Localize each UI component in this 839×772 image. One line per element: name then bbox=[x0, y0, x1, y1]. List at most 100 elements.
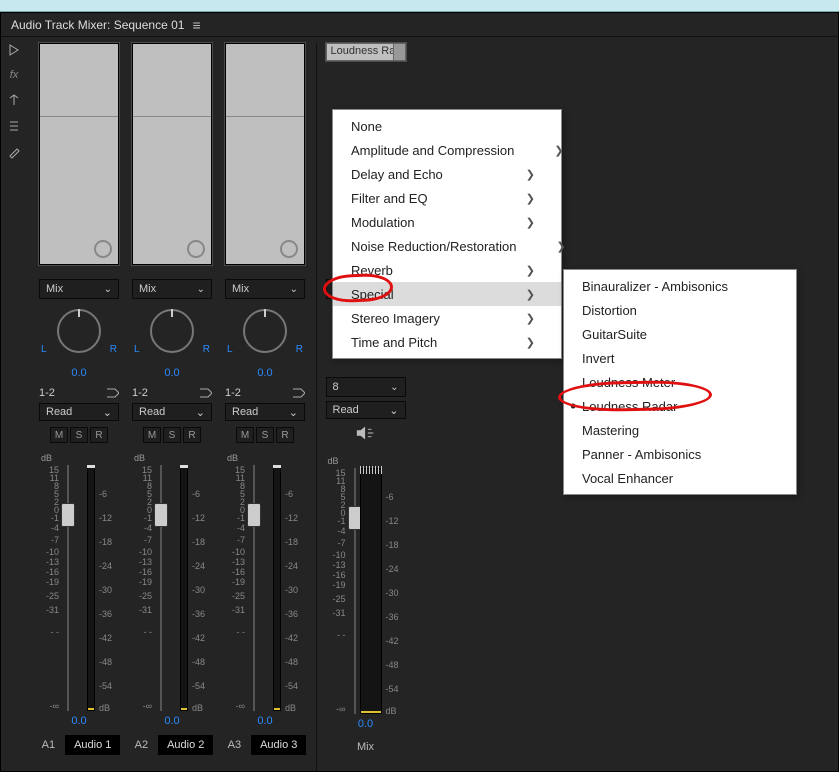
routing-icon[interactable] bbox=[198, 387, 212, 399]
track-strip: Mix ⌄ L R 0.0 1-2 Read ⌄ M S R dB 151185… bbox=[219, 43, 311, 771]
routing-icon[interactable] bbox=[7, 119, 21, 133]
menu-item[interactable]: GuitarSuite bbox=[564, 322, 796, 346]
automation-mode-dropdown[interactable]: Read ⌄ bbox=[39, 403, 119, 421]
effect-slot-dropdown-icon[interactable] bbox=[393, 44, 405, 60]
menu-item[interactable]: Special ❯ bbox=[333, 282, 561, 306]
submenu-arrow-icon: ❯ bbox=[526, 192, 535, 205]
fader-meter: 15118520-1-4-7-10-13-16-19-25-31- --∞ -6… bbox=[39, 465, 119, 711]
level-meter bbox=[273, 465, 281, 711]
solo-button[interactable]: S bbox=[256, 427, 274, 443]
fader-track bbox=[354, 468, 356, 714]
menu-item[interactable]: Filter and EQ ❯ bbox=[333, 186, 561, 210]
level-meter bbox=[87, 465, 95, 711]
effect-slot[interactable] bbox=[225, 43, 305, 265]
send-label: Mix bbox=[232, 283, 249, 295]
automation-mode-dropdown[interactable]: Read ⌄ bbox=[326, 401, 406, 419]
menu-item-label: GuitarSuite bbox=[582, 327, 647, 342]
menu-item[interactable]: Time and Pitch ❯ bbox=[333, 330, 561, 354]
routing-icon[interactable] bbox=[105, 387, 119, 399]
send-icon[interactable] bbox=[7, 93, 21, 107]
pan-left-label: L bbox=[41, 344, 47, 355]
db-label: dB bbox=[132, 453, 212, 463]
panel-title: Audio Track Mixer: Sequence 01 bbox=[11, 18, 184, 32]
arrow-icon[interactable] bbox=[7, 43, 21, 57]
menu-item[interactable]: Amplitude and Compression ❯ bbox=[333, 138, 561, 162]
menu-item[interactable]: Noise Reduction/Restoration ❯ bbox=[333, 234, 561, 258]
track-strip: Mix ⌄ L R 0.0 1-2 Read ⌄ M S R dB 151185… bbox=[33, 43, 125, 771]
pan-right-label: R bbox=[203, 344, 210, 355]
effect-slot[interactable] bbox=[132, 43, 212, 265]
menu-item[interactable]: Vocal Enhancer bbox=[564, 466, 796, 490]
record-button[interactable]: R bbox=[183, 427, 201, 443]
submenu-arrow-icon: ❯ bbox=[526, 336, 535, 349]
menu-item[interactable]: Reverb ❯ bbox=[333, 258, 561, 282]
automation-mode-dropdown[interactable]: Read ⌄ bbox=[132, 403, 212, 421]
menu-item-label: Mastering bbox=[582, 423, 639, 438]
track-name[interactable]: Audio 1 bbox=[65, 735, 120, 755]
output-route[interactable]: 1-2 bbox=[132, 387, 148, 399]
menu-item[interactable]: Binauralizer - Ambisonics bbox=[564, 274, 796, 298]
menu-item[interactable]: Modulation ❯ bbox=[333, 210, 561, 234]
fader-handle[interactable] bbox=[154, 503, 168, 527]
menu-item[interactable]: Loudness Meter bbox=[564, 370, 796, 394]
effect-category-menu: None Amplitude and Compression ❯ Delay a… bbox=[332, 109, 562, 359]
menu-item-label: Noise Reduction/Restoration bbox=[351, 239, 516, 254]
record-button[interactable]: R bbox=[276, 427, 294, 443]
track-strip: Mix ⌄ L R 0.0 1-2 Read ⌄ M S R dB 151185… bbox=[126, 43, 218, 771]
fader-track bbox=[253, 465, 255, 711]
menu-item[interactable]: Invert bbox=[564, 346, 796, 370]
window-chrome-strip bbox=[0, 0, 839, 12]
routing-icon[interactable] bbox=[291, 387, 305, 399]
menu-item[interactable]: None bbox=[333, 114, 561, 138]
level-meter bbox=[360, 468, 382, 714]
menu-item-label: Loudness Radar bbox=[582, 399, 677, 414]
mute-button[interactable]: M bbox=[143, 427, 161, 443]
send-dropdown[interactable]: Mix ⌄ bbox=[132, 279, 212, 299]
track-name[interactable]: Audio 2 bbox=[158, 735, 213, 755]
output-route[interactable]: 1-2 bbox=[225, 387, 241, 399]
automation-mode-label: Read bbox=[139, 406, 165, 418]
pan-knob[interactable]: L R bbox=[132, 309, 212, 367]
menu-item[interactable]: Distortion bbox=[564, 298, 796, 322]
output-route: 8 bbox=[333, 381, 339, 393]
submenu-arrow-icon: ❯ bbox=[526, 288, 535, 301]
fader-handle[interactable] bbox=[61, 503, 75, 527]
pan-knob[interactable]: L R bbox=[39, 309, 119, 367]
db-label: dB bbox=[225, 453, 305, 463]
db-label: dB bbox=[39, 453, 119, 463]
menu-item[interactable]: Delay and Echo ❯ bbox=[333, 162, 561, 186]
record-button[interactable]: R bbox=[90, 427, 108, 443]
pan-knob[interactable]: L R bbox=[225, 309, 305, 367]
menu-item-label: Reverb bbox=[351, 263, 393, 278]
menu-item[interactable]: Mastering bbox=[564, 418, 796, 442]
automation-mode-dropdown[interactable]: Read ⌄ bbox=[225, 403, 305, 421]
menu-item-label: Amplitude and Compression bbox=[351, 143, 514, 158]
chevron-down-icon: ⌄ bbox=[196, 406, 205, 419]
menu-item[interactable]: Stereo Imagery ❯ bbox=[333, 306, 561, 330]
mute-button[interactable]: M bbox=[50, 427, 68, 443]
submenu-arrow-icon: ❯ bbox=[526, 312, 535, 325]
mute-button[interactable]: M bbox=[236, 427, 254, 443]
send-dropdown[interactable]: Mix ⌄ bbox=[225, 279, 305, 299]
output-route[interactable]: 1-2 bbox=[39, 387, 55, 399]
pan-right-label: R bbox=[296, 344, 303, 355]
menu-item[interactable]: • Loudness Radar bbox=[564, 394, 796, 418]
volume-value: 0.0 bbox=[164, 715, 179, 727]
solo-button[interactable]: S bbox=[163, 427, 181, 443]
solo-button[interactable]: S bbox=[70, 427, 88, 443]
menu-item-label: Distortion bbox=[582, 303, 637, 318]
speaker-icon[interactable] bbox=[355, 425, 377, 446]
fader-handle[interactable] bbox=[247, 503, 261, 527]
effect-slot-selected[interactable]: Loudness Rad bbox=[326, 43, 406, 61]
send-dropdown[interactable]: Mix ⌄ bbox=[39, 279, 119, 299]
effect-slot[interactable] bbox=[39, 43, 119, 265]
fx-icon[interactable]: fx bbox=[10, 69, 19, 81]
track-name[interactable]: Audio 3 bbox=[251, 735, 306, 755]
menu-item[interactable]: Panner - Ambisonics bbox=[564, 442, 796, 466]
pen-icon[interactable] bbox=[7, 145, 21, 159]
fader-track bbox=[67, 465, 69, 711]
pan-value: 0.0 bbox=[71, 367, 86, 379]
output-route-dropdown[interactable]: 8 ⌄ bbox=[326, 377, 406, 397]
fader-meter: 15118520-1-4-7-10-13-16-19-25-31- --∞ -6… bbox=[326, 468, 406, 714]
panel-menu-icon[interactable]: ≡ bbox=[192, 17, 200, 33]
